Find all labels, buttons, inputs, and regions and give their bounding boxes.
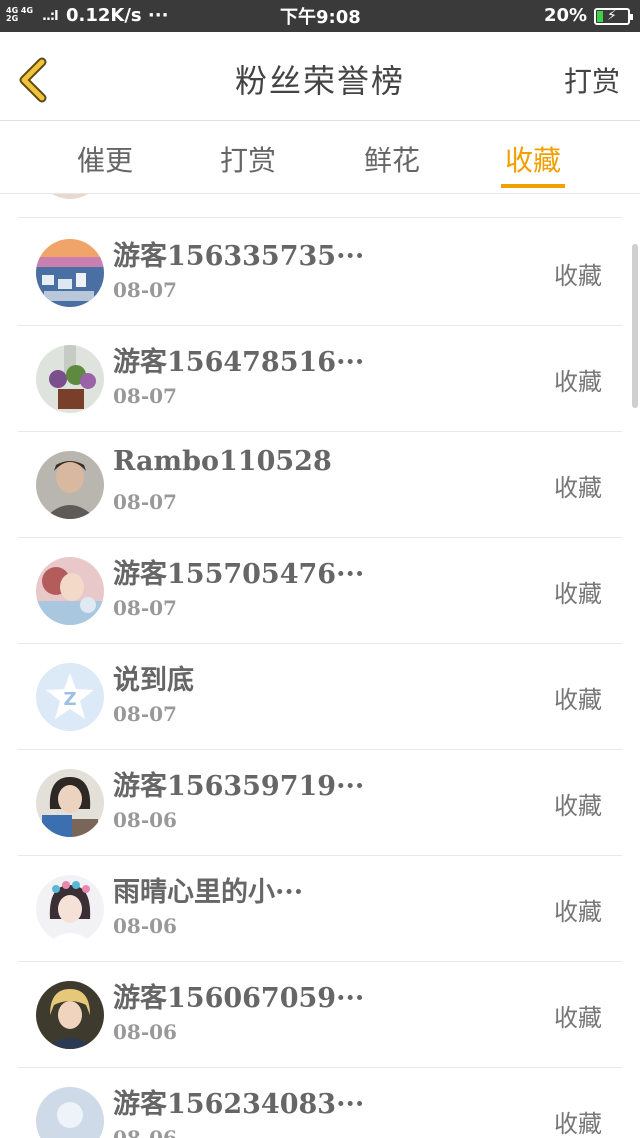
favorite-date: 08-07 xyxy=(113,384,177,408)
avatar xyxy=(36,769,104,837)
battery-level-fill xyxy=(597,11,603,22)
favorite-date: 08-07 xyxy=(113,596,177,620)
action-label: 收藏 xyxy=(554,262,602,290)
user-name: 雨晴心里的小··· xyxy=(113,877,304,908)
action-label: 收藏 xyxy=(554,792,602,820)
tab-urge[interactable]: 催更 xyxy=(60,139,150,179)
avatar xyxy=(36,194,104,199)
action-label: 收藏 xyxy=(554,368,602,396)
favorite-date: 08-06 xyxy=(113,1020,177,1044)
user-name: 说到底 xyxy=(113,665,194,696)
battery-percent: 20% xyxy=(544,5,588,26)
page-title: 粉丝荣誉榜 xyxy=(234,62,405,100)
charging-bolt-icon: ⚡ xyxy=(607,8,617,24)
network-type-indicator: 4G 4G 2G xyxy=(6,7,33,23)
svg-text:Z: Z xyxy=(63,689,76,710)
tab-tip[interactable]: 打赏 xyxy=(203,139,293,179)
favorite-date: 08-06 xyxy=(113,914,177,938)
list-item[interactable]: 游客156067059··· 08-06 收藏 xyxy=(18,962,622,1068)
favorite-date: 08-06 xyxy=(113,1126,177,1138)
favorite-date: 08-07 xyxy=(113,702,177,726)
list-item[interactable]: 游客156234083··· 08-06 收藏 xyxy=(18,1068,622,1138)
clock: 下午9:08 xyxy=(280,7,361,28)
user-name: 游客156067059··· xyxy=(113,983,365,1014)
list-item[interactable]: 雨晴心里的小··· 08-06 收藏 xyxy=(18,856,622,962)
action-label: 收藏 xyxy=(554,474,602,502)
favorite-date: 08-07 xyxy=(113,278,177,302)
avatar xyxy=(36,1087,104,1138)
status-bar: 4G 4G 2G ..:l 0.12K/s ··· 下午9:08 20% ⚡ xyxy=(0,0,640,32)
active-tab-indicator xyxy=(501,184,565,188)
fan-list[interactable]: 游客156335735··· 08-07 收藏 游客156478516··· 0… xyxy=(0,194,640,1138)
network-type-bottom: 2G xyxy=(6,14,19,23)
user-name: 游客156335735··· xyxy=(113,241,365,272)
avatar xyxy=(36,239,104,307)
user-name: 游客155705476··· xyxy=(113,559,365,590)
list-item[interactable] xyxy=(18,194,622,218)
tab-bar: 催更 打赏 鲜花 收藏 xyxy=(0,121,640,194)
avatar xyxy=(36,451,104,519)
user-name: 游客156234083··· xyxy=(113,1089,365,1120)
network-speed: 0.12K/s ··· xyxy=(66,5,169,26)
avatar xyxy=(36,875,104,943)
favorite-date: 08-06 xyxy=(113,808,177,832)
list-item[interactable]: 游客156335735··· 08-07 收藏 xyxy=(18,220,622,326)
user-name: 游客156478516··· xyxy=(113,347,365,378)
avatar xyxy=(36,345,104,413)
favorite-date: 08-07 xyxy=(113,490,177,514)
action-label: 收藏 xyxy=(554,580,602,608)
action-label: 收藏 xyxy=(554,686,602,714)
list-item[interactable]: Z 说到底 08-07 收藏 xyxy=(18,644,622,750)
tab-favorites[interactable]: 收藏 xyxy=(488,139,578,179)
avatar xyxy=(36,981,104,1049)
list-item[interactable]: 游客156478516··· 08-07 收藏 xyxy=(18,326,622,432)
app-header: 粉丝荣誉榜 打赏 xyxy=(0,32,640,121)
action-label: 收藏 xyxy=(554,1110,602,1138)
list-item[interactable]: 游客155705476··· 08-07 收藏 xyxy=(18,538,622,644)
list-item[interactable]: Rambo110528 08-07 收藏 xyxy=(18,432,622,538)
user-name: Rambo110528 xyxy=(113,446,332,477)
tab-flowers[interactable]: 鲜花 xyxy=(347,139,437,179)
tip-button[interactable]: 打赏 xyxy=(564,60,620,100)
avatar: Z xyxy=(36,663,104,731)
battery-icon: ⚡ xyxy=(594,8,633,25)
list-scrollbar[interactable] xyxy=(632,244,638,408)
avatar xyxy=(36,557,104,625)
list-item[interactable]: 游客156359719··· 08-06 收藏 xyxy=(18,750,622,856)
signal-icon: ..:l xyxy=(42,9,59,24)
user-name: 游客156359719··· xyxy=(113,771,365,802)
action-label: 收藏 xyxy=(554,1004,602,1032)
action-label: 收藏 xyxy=(554,898,602,926)
